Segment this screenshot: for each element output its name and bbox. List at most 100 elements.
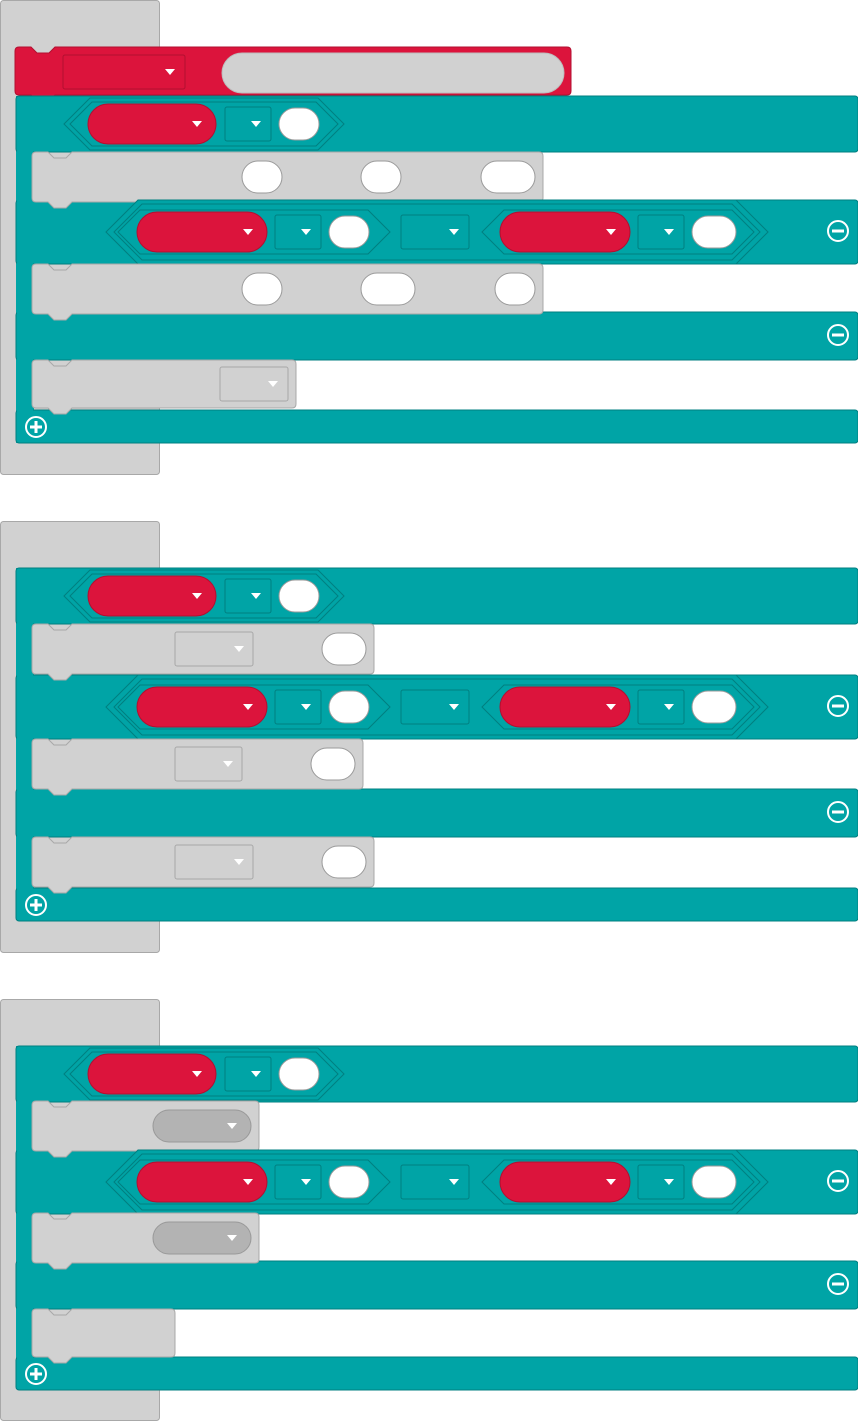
operator-dropdown-box[interactable]	[224, 578, 272, 614]
operator-dropdown-box[interactable]	[224, 1056, 272, 1092]
variable-pill[interactable]	[499, 211, 631, 253]
statement-block[interactable]	[31, 738, 364, 796]
variable-pill[interactable]	[87, 103, 217, 145]
operator-dropdown-box[interactable]	[637, 689, 685, 725]
statement-block[interactable]	[31, 836, 375, 894]
group-2	[0, 521, 858, 953]
gray-dropdown[interactable]	[174, 631, 254, 667]
operator-dropdown-box[interactable]	[637, 214, 685, 250]
gray-dropdown-box[interactable]	[219, 366, 289, 402]
if-block-spine-fill	[17, 98, 33, 441]
value-input[interactable]	[278, 1057, 320, 1091]
header-dropdown-box[interactable]	[62, 54, 186, 90]
value-input[interactable]	[360, 272, 416, 306]
value-input[interactable]	[241, 160, 283, 194]
header-text-input[interactable]	[221, 52, 565, 94]
value-input[interactable]	[241, 272, 283, 306]
operator-dropdown-box[interactable]	[274, 1164, 322, 1200]
operator-dropdown-box[interactable]	[274, 214, 322, 250]
value-input[interactable]	[278, 579, 320, 613]
icon-bar-h	[832, 1282, 844, 1286]
operator-dropdown-box[interactable]	[637, 1164, 685, 1200]
operator-dropdown[interactable]	[224, 578, 272, 614]
value-input[interactable]	[691, 690, 737, 724]
gray-dropdown[interactable]	[174, 746, 243, 782]
condition-compound[interactable]	[105, 199, 769, 265]
operator-dropdown[interactable]	[224, 1056, 272, 1092]
if-footer	[15, 409, 858, 444]
gray-dropdown[interactable]	[219, 366, 289, 402]
operator-dropdown-box[interactable]	[400, 1164, 470, 1200]
group-1	[0, 0, 858, 475]
condition-simple[interactable]	[63, 569, 345, 623]
value-input[interactable]	[494, 272, 536, 306]
operator-dropdown[interactable]	[637, 1164, 685, 1200]
gray-pill-body[interactable]	[152, 1109, 252, 1143]
gray-dropdown-box[interactable]	[174, 746, 243, 782]
statement-block[interactable]	[31, 263, 544, 321]
operator-dropdown-box[interactable]	[224, 106, 272, 142]
condition-compound[interactable]	[105, 674, 769, 740]
gray-pill-body[interactable]	[152, 1221, 252, 1255]
value-input[interactable]	[328, 215, 370, 249]
icon-bar-h	[832, 1179, 844, 1183]
if-block[interactable]	[15, 1045, 858, 1391]
value-input[interactable]	[278, 107, 320, 141]
icon-bar-h	[832, 333, 844, 337]
statement-block[interactable]	[31, 1212, 260, 1270]
value-input[interactable]	[480, 160, 536, 194]
if-block-spine-fill	[17, 1048, 33, 1387]
value-input[interactable]	[691, 1165, 737, 1199]
else-row	[15, 311, 858, 361]
icon-bar-v	[34, 1368, 38, 1380]
operator-dropdown[interactable]	[224, 106, 272, 142]
variable-pill[interactable]	[136, 686, 268, 728]
operator-dropdown-box[interactable]	[400, 214, 470, 250]
condition-simple[interactable]	[63, 1047, 345, 1101]
variable-pill[interactable]	[87, 1053, 217, 1095]
statement-block[interactable]	[31, 623, 375, 681]
gray-pill-dropdown[interactable]	[152, 1221, 252, 1255]
value-input[interactable]	[360, 160, 402, 194]
header-block[interactable]	[14, 46, 572, 102]
operator-dropdown[interactable]	[637, 214, 685, 250]
block-canvas	[0, 0, 858, 1421]
logic-dropdown[interactable]	[400, 1164, 470, 1200]
icon-bar-v	[34, 899, 38, 911]
icon-bar-h	[832, 810, 844, 814]
variable-pill[interactable]	[136, 1161, 268, 1203]
variable-pill[interactable]	[136, 211, 268, 253]
operator-dropdown[interactable]	[637, 689, 685, 725]
operator-dropdown-box[interactable]	[400, 689, 470, 725]
if-footer	[15, 887, 858, 922]
if-block[interactable]	[15, 567, 858, 922]
operator-dropdown[interactable]	[274, 689, 322, 725]
condition-compound[interactable]	[105, 1149, 769, 1215]
value-input[interactable]	[321, 632, 367, 666]
gray-pill-dropdown[interactable]	[152, 1109, 252, 1143]
icon-bar-h	[832, 704, 844, 708]
gray-dropdown[interactable]	[174, 844, 254, 880]
logic-dropdown[interactable]	[400, 214, 470, 250]
condition-simple[interactable]	[63, 97, 345, 151]
value-input[interactable]	[310, 747, 356, 781]
if-block[interactable]	[15, 95, 858, 444]
statement-body[interactable]	[31, 263, 544, 321]
value-input[interactable]	[321, 845, 367, 879]
if-block-spine-fill	[17, 570, 33, 918]
variable-pill[interactable]	[87, 575, 217, 617]
operator-dropdown[interactable]	[274, 1164, 322, 1200]
statement-body[interactable]	[31, 1308, 176, 1364]
operator-dropdown-box[interactable]	[274, 689, 322, 725]
statement-block[interactable]	[31, 1100, 260, 1158]
header-dropdown[interactable]	[62, 54, 186, 90]
operator-dropdown[interactable]	[274, 214, 322, 250]
value-input[interactable]	[691, 215, 737, 249]
variable-pill[interactable]	[499, 1161, 631, 1203]
statement-block[interactable]	[31, 1308, 176, 1364]
value-input[interactable]	[328, 690, 370, 724]
statement-block[interactable]	[31, 359, 297, 415]
logic-dropdown[interactable]	[400, 689, 470, 725]
variable-pill[interactable]	[499, 686, 631, 728]
value-input[interactable]	[328, 1165, 370, 1199]
